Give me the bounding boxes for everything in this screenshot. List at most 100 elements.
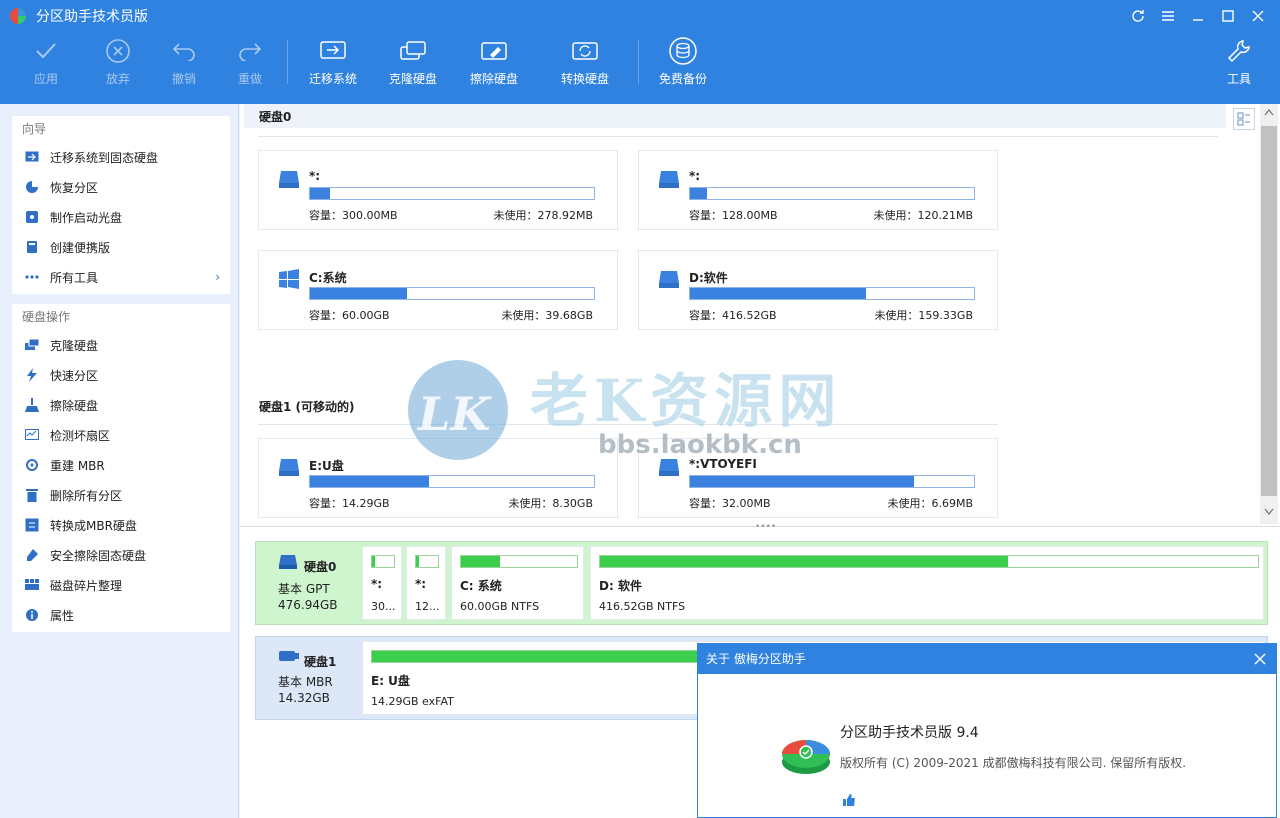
boot-disc-icon bbox=[24, 209, 40, 225]
partition-card[interactable]: *:VTOYEFI 容量：32.00MB 未使用：6.69MB bbox=[638, 438, 998, 518]
scroll-up-icon[interactable] bbox=[1264, 108, 1274, 116]
eraser-icon bbox=[24, 547, 40, 563]
refresh-icon[interactable] bbox=[1128, 6, 1148, 26]
usage-bar bbox=[689, 287, 975, 300]
wizard-panel: 向导 迁移系统到固态硬盘 恢复分区 制作启动光盘 创建便携版 所有工具 › bbox=[12, 116, 230, 294]
broom-icon bbox=[24, 397, 40, 413]
view-toggle-button[interactable] bbox=[1233, 108, 1255, 130]
usage-bar bbox=[460, 555, 578, 568]
clone-disk-button[interactable]: 克隆硬盘 bbox=[373, 36, 453, 92]
usage-bar bbox=[415, 555, 439, 568]
sidebar-item-convert-to-mbr[interactable]: 转换成MBR硬盘 bbox=[12, 510, 230, 540]
apply-button[interactable]: 应用 bbox=[6, 36, 86, 92]
rebuild-icon bbox=[24, 457, 40, 473]
product-name: 分区助手技术员版 9.4 bbox=[840, 725, 979, 741]
wizard-heading: 向导 bbox=[22, 122, 47, 136]
redo-button[interactable]: 重做 bbox=[210, 36, 290, 92]
trash-icon bbox=[24, 487, 40, 503]
sidebar-item-recover-partition[interactable]: 恢复分区 bbox=[12, 172, 230, 202]
toolbar-separator bbox=[638, 40, 639, 84]
maximize-icon[interactable] bbox=[1218, 6, 1238, 26]
disk0-info: 硬盘0 基本 GPT 476.94GB bbox=[256, 542, 356, 624]
splitter-handle[interactable]: •••• bbox=[755, 522, 776, 532]
sidebar-item-secure-erase-ssd[interactable]: 安全擦除固态硬盘 bbox=[12, 540, 230, 570]
close-icon[interactable] bbox=[1252, 651, 1268, 667]
usage-bar bbox=[309, 187, 595, 200]
sidebar-item-rebuild-mbr[interactable]: 重建 MBR bbox=[12, 450, 230, 480]
usage-bar bbox=[689, 475, 975, 488]
sidebar-item-delete-all-partitions[interactable]: 删除所有分区 bbox=[12, 480, 230, 510]
usb-drive-icon bbox=[279, 651, 299, 661]
usage-bar bbox=[309, 475, 595, 488]
windows-logo-icon bbox=[279, 269, 299, 289]
sidebar-item-make-boot-disc[interactable]: 制作启动光盘 bbox=[12, 202, 230, 232]
migrate-system-button[interactable]: 迁移系统 bbox=[293, 36, 373, 92]
close-icon[interactable] bbox=[1248, 6, 1268, 26]
wipe-disk-button[interactable]: 擦除硬盘 bbox=[454, 36, 534, 92]
minimize-icon[interactable] bbox=[1188, 6, 1208, 26]
partition-card[interactable]: D:软件 容量：416.52GB 未使用：159.33GB bbox=[638, 250, 998, 330]
menu-icon[interactable] bbox=[1158, 6, 1178, 26]
thumbs-up-icon[interactable] bbox=[842, 794, 856, 806]
partition-card[interactable]: *: 容量：300.00MB 未使用：278.92MB bbox=[258, 150, 618, 230]
usage-bar bbox=[371, 555, 395, 568]
clone-disk-icon bbox=[373, 36, 453, 66]
sidebar-item-properties[interactable]: 属性 bbox=[12, 600, 230, 630]
divider bbox=[258, 136, 1218, 137]
partition-card-view: 硬盘0 *: 容量：300.00MB 未使用：278.92MB *: 容量：12… bbox=[240, 104, 1280, 526]
sidebar-item-migrate-ssd[interactable]: 迁移系统到固态硬盘 bbox=[12, 142, 230, 172]
scroll-down-icon[interactable] bbox=[1264, 508, 1274, 516]
info-icon bbox=[24, 607, 40, 623]
app-title: 分区助手技术员版 bbox=[36, 9, 148, 25]
dialog-title-bar: 关于 傲梅分区助手 bbox=[698, 644, 1276, 674]
convert-disk-button[interactable]: 转换硬盘 bbox=[545, 36, 625, 92]
drive-icon bbox=[279, 171, 299, 188]
scrollbar-thumb[interactable] bbox=[1261, 126, 1277, 496]
check-icon bbox=[6, 36, 86, 66]
usage-bar bbox=[689, 187, 975, 200]
sidebar: 向导 迁移系统到固态硬盘 恢复分区 制作启动光盘 创建便携版 所有工具 › 硬盘操… bbox=[0, 104, 239, 818]
dialog-title: 关于 傲梅分区助手 bbox=[706, 652, 806, 666]
disk-operations-panel: 硬盘操作 克隆硬盘 快速分区 擦除硬盘 检测坏扇区 重建 MBR 删除所有分区 … bbox=[12, 304, 230, 632]
check-sector-icon bbox=[24, 427, 40, 443]
sidebar-item-wipe-disk[interactable]: 擦除硬盘 bbox=[12, 390, 230, 420]
sidebar-item-all-tools[interactable]: 所有工具 › bbox=[12, 262, 230, 292]
disk-icon bbox=[279, 555, 297, 569]
usage-bar bbox=[599, 555, 1259, 568]
free-backup-button[interactable]: 免费备份 bbox=[643, 36, 723, 92]
divider bbox=[258, 424, 998, 425]
partition-card[interactable]: C:系统 容量：60.00GB 未使用：39.68GB bbox=[258, 250, 618, 330]
disk0-heading: 硬盘0 bbox=[244, 104, 1226, 128]
convert-disk-icon bbox=[545, 36, 625, 66]
copyright-text: 版权所有 (C) 2009-2021 成都傲梅科技有限公司. 保留所有版权. bbox=[840, 756, 1187, 770]
migrate-icon bbox=[293, 36, 373, 66]
partition-card[interactable]: E:U盘 容量：14.29GB 未使用：8.30GB bbox=[258, 438, 618, 518]
disk1-info: 硬盘1 基本 MBR 14.32GB bbox=[256, 637, 356, 719]
tools-button[interactable]: 工具 bbox=[1209, 36, 1269, 92]
partition-block[interactable]: *: 30... bbox=[362, 546, 402, 620]
sidebar-item-quick-partition[interactable]: 快速分区 bbox=[12, 360, 230, 390]
usage-bar bbox=[309, 287, 595, 300]
partition-card[interactable]: *: 容量：128.00MB 未使用：120.21MB bbox=[638, 150, 998, 230]
wrench-icon bbox=[1209, 36, 1269, 66]
usage-bar bbox=[371, 650, 701, 663]
sidebar-item-create-portable[interactable]: 创建便携版 bbox=[12, 232, 230, 262]
redo-icon bbox=[210, 36, 290, 66]
drive-icon bbox=[659, 459, 679, 476]
defrag-icon bbox=[24, 577, 40, 593]
backup-icon bbox=[643, 36, 723, 66]
more-dots-icon bbox=[24, 269, 40, 285]
drive-icon bbox=[659, 271, 679, 288]
drive-icon bbox=[659, 171, 679, 188]
partition-block[interactable]: D: 软件 416.52GB NTFS bbox=[590, 546, 1264, 620]
toolbar-separator bbox=[287, 40, 288, 84]
partition-block[interactable]: C: 系统 60.00GB NTFS bbox=[451, 546, 584, 620]
migrate-icon bbox=[24, 149, 40, 165]
sidebar-item-check-bad-sectors[interactable]: 检测坏扇区 bbox=[12, 420, 230, 450]
partition-block[interactable]: *: 12... bbox=[406, 546, 446, 620]
disk0-row[interactable]: 硬盘0 基本 GPT 476.94GB *: 30... *: 12... C:… bbox=[255, 541, 1268, 625]
sidebar-item-clone-disk[interactable]: 克隆硬盘 bbox=[12, 330, 230, 360]
disk1-heading: 硬盘1 (可移动的) bbox=[259, 400, 355, 414]
lightning-icon bbox=[24, 367, 40, 383]
sidebar-item-defrag[interactable]: 磁盘碎片整理 bbox=[12, 570, 230, 600]
